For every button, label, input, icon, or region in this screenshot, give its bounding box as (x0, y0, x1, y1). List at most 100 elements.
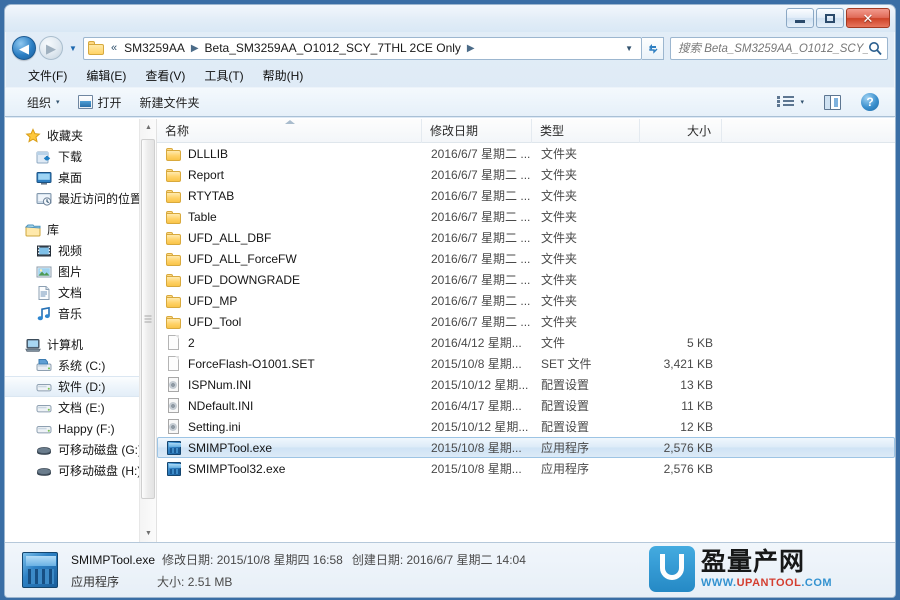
sidebar-item-drive-d[interactable]: 软件 (D:) (5, 376, 156, 397)
sidebar-item-drive-e[interactable]: 文档 (E:) (5, 397, 156, 418)
table-row[interactable]: SMIMPTool.exe 2015/10/8 星期... 应用程序 2,576 KB (157, 437, 895, 458)
table-row[interactable]: ISPNum.INI 2015/10/12 星期... 配置设置 13 KB (157, 374, 895, 395)
sidebar-item-desktop[interactable]: 桌面 (5, 167, 156, 188)
cell-date-modified: 2015/10/8 星期... (431, 357, 522, 371)
cell-date-modified: 2016/6/7 星期二 ... (431, 231, 531, 245)
breadcrumb[interactable]: « SM3259AA ▶ Beta_SM3259AA_O1012_SCY_7TH… (83, 36, 642, 60)
menu-help[interactable]: 帮助(H) (254, 64, 313, 87)
exe-icon (166, 440, 182, 456)
table-row[interactable]: Setting.ini 2015/10/12 星期... 配置设置 12 KB (157, 416, 895, 437)
change-view-button[interactable]: ▾ (769, 91, 812, 113)
new-folder-button[interactable]: 新建文件夹 (132, 90, 208, 115)
column-type[interactable]: 类型 (532, 119, 640, 143)
breadcrumb-separator-icon[interactable]: ▶ (188, 43, 202, 54)
cell-type: 文件夹 (541, 210, 578, 224)
breadcrumb-item-1[interactable]: Beta_SM3259AA_O1012_SCY_7THL 2CE Only (202, 39, 464, 57)
table-row[interactable]: UFD_ALL_DBF 2016/6/7 星期二 ... 文件夹 (157, 227, 895, 248)
sidebar-item-pictures[interactable]: 图片 (5, 261, 156, 282)
table-row[interactable]: UFD_DOWNGRADE 2016/6/7 星期二 ... 文件夹 (157, 269, 895, 290)
search-input[interactable]: 搜索 Beta_SM3259AA_O1012_SCY_... (678, 40, 868, 56)
scroll-down-icon[interactable]: ▼ (140, 525, 156, 542)
sidebar-item-videos[interactable]: 视频 (5, 240, 156, 261)
cell-date-modified: 2016/6/7 星期二 ... (431, 168, 531, 182)
back-button[interactable]: ◀ (12, 36, 36, 60)
file-name-label: SMIMPTool.exe (188, 440, 273, 455)
cell-date-modified: 2015/10/12 星期... (431, 378, 529, 392)
table-row[interactable]: Report 2016/6/7 星期二 ... 文件夹 (157, 164, 895, 185)
exe-icon (166, 461, 182, 477)
sidebar-item-drive-c[interactable]: 系统 (C:) (5, 355, 156, 376)
scroll-up-icon[interactable]: ▲ (140, 119, 156, 136)
file-name-label: ISPNum.INI (188, 377, 252, 392)
scrollbar-thumb[interactable] (141, 139, 155, 499)
menu-file[interactable]: 文件(F) (19, 64, 76, 87)
minimize-button[interactable] (786, 8, 814, 28)
maximize-button[interactable] (816, 8, 844, 28)
column-size[interactable]: 大小 (640, 119, 722, 143)
breadcrumb-dropdown-icon[interactable]: ▼ (619, 44, 639, 53)
organize-button[interactable]: 组织 ▾ (19, 90, 68, 115)
sidebar-group-libraries[interactable]: 库 (5, 219, 156, 240)
folder-icon (166, 146, 182, 162)
command-bar-right: ▾ ? (769, 89, 887, 115)
menu-edit[interactable]: 编辑(E) (77, 64, 135, 87)
table-row[interactable]: UFD_ALL_ForceFW 2016/6/7 星期二 ... 文件夹 (157, 248, 895, 269)
table-row[interactable]: SMIMPTool32.exe 2015/10/8 星期... 应用程序 2,576 … (157, 458, 895, 479)
refresh-button[interactable] (642, 36, 664, 60)
table-row[interactable]: RTYTAB 2016/6/7 星期二 ... 文件夹 (157, 185, 895, 206)
sidebar-group-label: 计算机 (47, 338, 84, 352)
cell-date-modified: 2016/4/12 星期... (431, 336, 522, 350)
watermark-url-com: .COM (801, 576, 833, 589)
sidebar-item-drive-g[interactable]: 可移动磁盘 (G:) (5, 439, 156, 460)
sidebar-item-music[interactable]: 音乐 (5, 303, 156, 324)
table-row[interactable]: 2 2016/4/12 星期... 文件 5 KB (157, 332, 895, 353)
table-row[interactable]: DLLLIB 2016/6/7 星期二 ... 文件夹 (157, 143, 895, 164)
search-box[interactable]: 搜索 Beta_SM3259AA_O1012_SCY_... (670, 36, 888, 60)
cell-date-modified: 2015/10/8 星期... (431, 441, 522, 455)
navigation-scrollbar[interactable]: ▲ ▼ (139, 119, 156, 542)
table-row[interactable]: UFD_MP 2016/6/7 星期二 ... 文件夹 (157, 290, 895, 311)
close-button[interactable]: ✕ (846, 8, 890, 28)
watermark-url: WWW.UPANTOOL.COM (701, 577, 889, 589)
history-dropdown-button[interactable]: ▼ (66, 38, 80, 58)
column-date-modified[interactable]: 修改日期 (422, 119, 532, 143)
table-row[interactable]: Table 2016/6/7 星期二 ... 文件夹 (157, 206, 895, 227)
preview-pane-button[interactable] (816, 91, 849, 114)
folder-icon (166, 188, 182, 204)
cell-size: 11 KB (681, 398, 713, 413)
navigation-list: 收藏夹 下载 桌面 最近访问的位置库视频 图片 文档 音乐计算机系统 (C:) 软件 (D:)… (5, 119, 156, 481)
sidebar-group-spacer (5, 324, 156, 334)
status-created-label: 创建日期: (351, 552, 404, 567)
table-row[interactable]: UFD_Tool 2016/6/7 星期二 ... 文件夹 (157, 311, 895, 332)
sidebar-item-downloads[interactable]: 下载 (5, 146, 156, 167)
help-button[interactable]: ? (853, 89, 887, 115)
menu-tools[interactable]: 工具(T) (195, 64, 252, 87)
cell-type: 文件夹 (541, 252, 578, 266)
sidebar-item-label: 系统 (C:) (58, 359, 106, 373)
column-filler[interactable] (722, 119, 895, 143)
cell-name: UFD_DOWNGRADE (158, 272, 423, 288)
drive-icon (36, 400, 52, 416)
title-bar: ✕ (5, 5, 895, 32)
chevron-down-icon: ▼ (69, 43, 77, 53)
sidebar-group-favorites[interactable]: 收藏夹 (5, 125, 156, 146)
table-row[interactable]: ForceFlash-O1001.SET 2015/10/8 星期... SET 文… (157, 353, 895, 374)
menu-view[interactable]: 查看(V) (136, 64, 194, 87)
sidebar-group-computer[interactable]: 计算机 (5, 334, 156, 355)
new-folder-label: 新建文件夹 (139, 95, 200, 110)
file-name-label: UFD_Tool (188, 314, 242, 329)
breadcrumb-overflow-icon[interactable]: « (107, 42, 121, 54)
cell-date-modified: 2015/10/12 星期... (431, 420, 529, 434)
sidebar-item-recent[interactable]: 最近访问的位置 (5, 188, 156, 209)
breadcrumb-item-0[interactable]: SM3259AA (121, 39, 188, 57)
explorer-window: ✕ ◀ ▶ ▼ « SM3259AA ▶ Beta_SM3259AA_O1012… (4, 4, 896, 598)
sidebar-item-documents[interactable]: 文档 (5, 282, 156, 303)
breadcrumb-separator-last-icon[interactable]: ▶ (464, 43, 478, 54)
open-button[interactable]: 打开 (70, 90, 130, 115)
table-row[interactable]: NDefault.INI 2016/4/17 星期... 配置设置 11 KB (157, 395, 895, 416)
forward-button[interactable]: ▶ (39, 36, 63, 60)
watermark: 盈量产网 WWW.UPANTOOL.COM (649, 543, 889, 595)
sidebar-item-drive-f[interactable]: Happy (F:) (5, 418, 156, 439)
sidebar-item-drive-h[interactable]: 可移动磁盘 (H:) (5, 460, 156, 481)
cell-type: 配置设置 (541, 399, 590, 413)
